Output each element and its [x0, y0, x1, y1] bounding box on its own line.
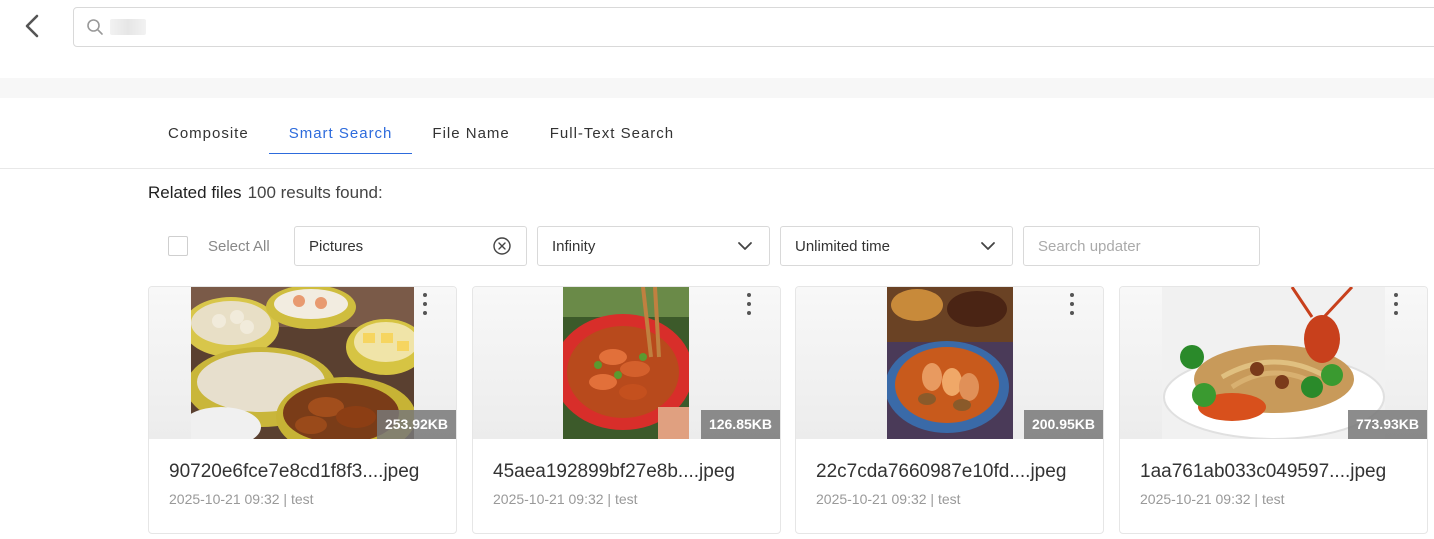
- select-all-checkbox[interactable]: [168, 236, 188, 256]
- file-thumbnail[interactable]: 773.93KB: [1120, 287, 1427, 439]
- more-options-icon[interactable]: [420, 293, 430, 315]
- food-photo: [887, 287, 1013, 439]
- chevron-down-icon: [978, 236, 998, 256]
- size-value: Infinity: [552, 237, 596, 255]
- results-count: 100 results found:: [247, 183, 383, 202]
- search-mode-tabs: Composite Smart Search File Name Full-Te…: [148, 112, 694, 154]
- file-name[interactable]: 22c7cda7660987e10fd....jpeg: [816, 461, 1066, 483]
- search-query-redacted: [110, 19, 146, 35]
- food-photo: [563, 287, 689, 439]
- file-size-badge: 126.85KB: [700, 410, 780, 439]
- search-bar[interactable]: [73, 7, 1434, 47]
- results-title: Related files: [148, 183, 242, 202]
- chevron-down-icon: [735, 236, 755, 256]
- search-input[interactable]: [152, 8, 1434, 46]
- file-meta: 2025-10-21 09:32 | test: [1140, 491, 1285, 507]
- header-divider-band: [0, 78, 1434, 98]
- file-size-badge: 200.95KB: [1023, 410, 1103, 439]
- results-summary: Related files 100 results found:: [148, 183, 383, 203]
- file-name[interactable]: 90720e6fce7e8cd1f8f3....jpeg: [169, 461, 419, 483]
- more-options-icon[interactable]: [1067, 293, 1077, 315]
- file-meta: 2025-10-21 09:32 | test: [169, 491, 314, 507]
- file-name[interactable]: 45aea192899bf27e8b....jpeg: [493, 461, 735, 483]
- file-card[interactable]: 126.85KB 45aea192899bf27e8b....jpeg 2025…: [472, 286, 781, 534]
- file-thumbnail[interactable]: 126.85KB: [473, 287, 780, 439]
- updater-filter[interactable]: [1023, 226, 1260, 266]
- file-type-value: Pictures: [309, 237, 364, 255]
- time-filter[interactable]: Unlimited time: [780, 226, 1013, 266]
- file-type-filter[interactable]: Pictures: [294, 226, 527, 266]
- file-meta: 2025-10-21 09:32 | test: [493, 491, 638, 507]
- file-card[interactable]: 253.92KB 90720e6fce7e8cd1f8f3....jpeg 20…: [148, 286, 457, 534]
- back-button[interactable]: [18, 13, 46, 43]
- file-size-badge: 253.92KB: [376, 410, 456, 439]
- file-name[interactable]: 1aa761ab033c049597....jpeg: [1140, 461, 1386, 483]
- tab-composite[interactable]: Composite: [148, 112, 269, 154]
- file-card[interactable]: 773.93KB 1aa761ab033c049597....jpeg 2025…: [1119, 286, 1428, 534]
- file-card[interactable]: 200.95KB 22c7cda7660987e10fd....jpeg 202…: [795, 286, 1104, 534]
- clear-icon[interactable]: [492, 236, 512, 256]
- tab-file-name[interactable]: File Name: [412, 112, 529, 154]
- file-thumbnail[interactable]: 253.92KB: [149, 287, 456, 439]
- tab-smart-search[interactable]: Smart Search: [268, 112, 413, 154]
- file-size-badge: 773.93KB: [1347, 410, 1427, 439]
- more-options-icon[interactable]: [744, 293, 754, 315]
- select-all-label: Select All: [208, 237, 270, 255]
- size-filter[interactable]: Infinity: [537, 226, 770, 266]
- file-meta: 2025-10-21 09:32 | test: [816, 491, 961, 507]
- file-thumbnail[interactable]: 200.95KB: [796, 287, 1103, 439]
- time-value: Unlimited time: [795, 237, 891, 255]
- tabs-divider: [0, 168, 1434, 169]
- select-all[interactable]: Select All: [168, 236, 270, 256]
- chevron-left-icon: [23, 13, 41, 44]
- more-options-icon[interactable]: [1391, 293, 1401, 315]
- tab-full-text-search[interactable]: Full-Text Search: [530, 112, 694, 154]
- updater-search-input[interactable]: [1038, 237, 1245, 255]
- search-icon: [86, 18, 104, 36]
